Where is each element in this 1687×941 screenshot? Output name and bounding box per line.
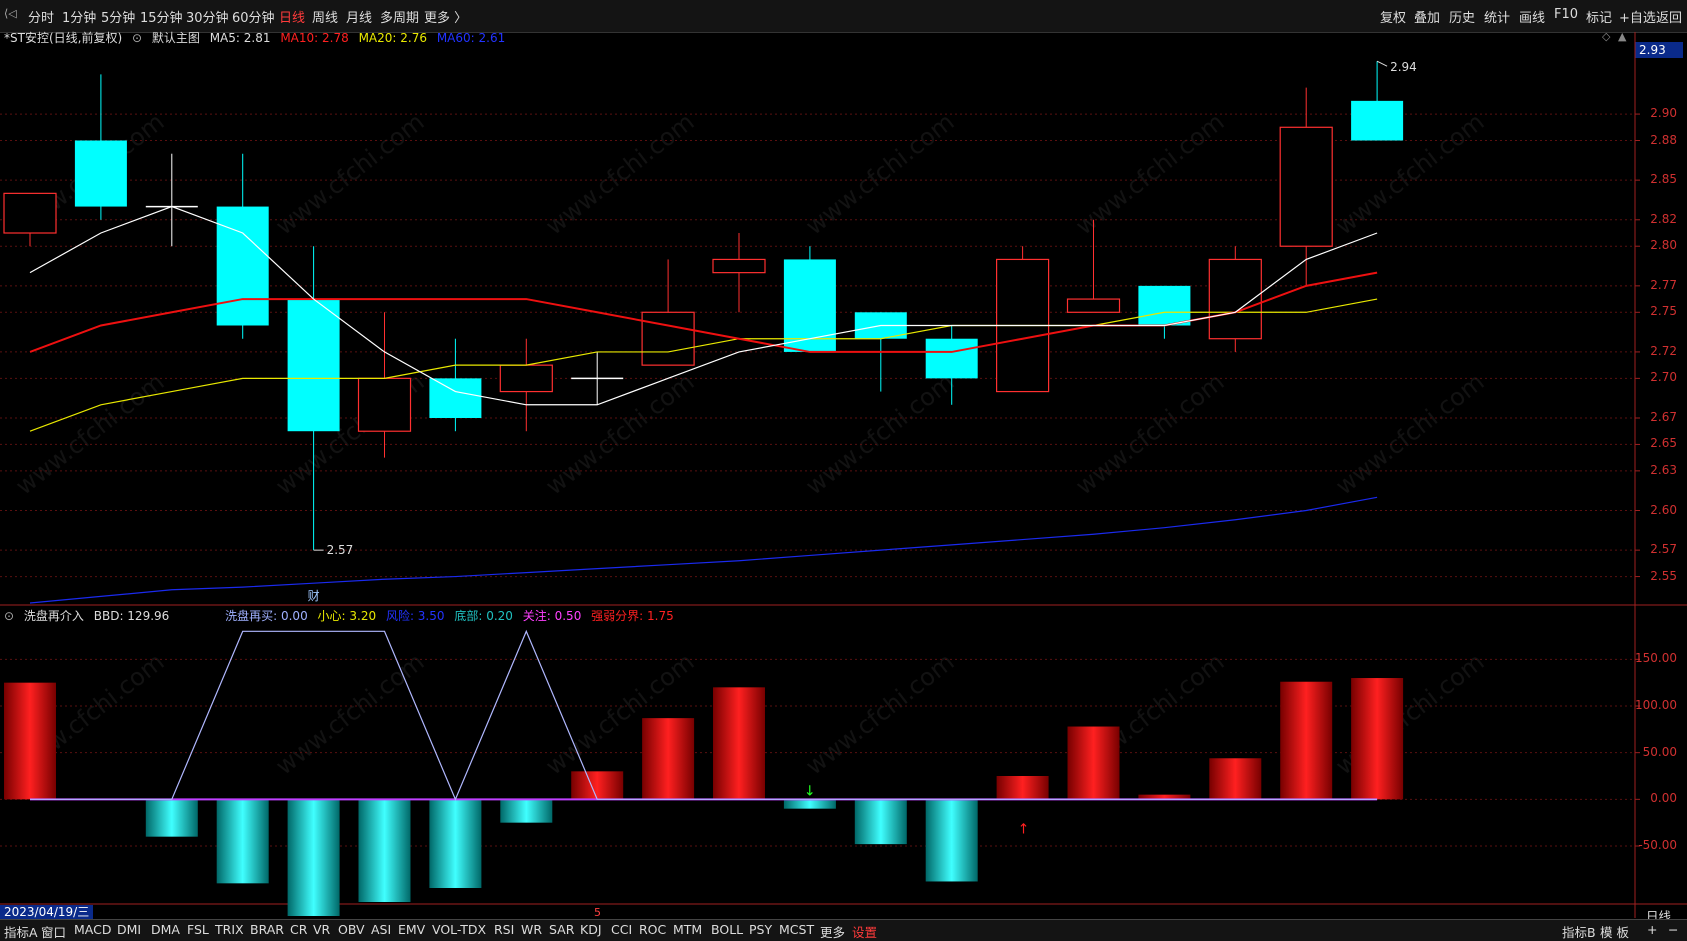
bbd-bar	[287, 799, 340, 916]
tab-wr[interactable]: WR	[521, 922, 542, 937]
tab-fsl[interactable]: FSL	[187, 922, 209, 937]
low-label: 2.57	[327, 543, 354, 557]
bbd-bar	[854, 799, 907, 845]
news-marker-icon: 财	[308, 589, 320, 603]
tab-rsi[interactable]: RSI	[494, 922, 514, 937]
cursor-date: 2023/04/19/三	[0, 905, 94, 920]
up-arrow-icon: ↑	[1018, 821, 1030, 837]
price-tick-label: 2.55	[1650, 568, 1677, 583]
indicator-tick-label: 150.00	[1635, 651, 1677, 666]
tab-vr[interactable]: VR	[313, 922, 330, 937]
tab-cr[interactable]: CR	[290, 922, 307, 937]
candle-body	[925, 338, 978, 379]
bbd-bar	[1280, 681, 1333, 800]
tab-asi[interactable]: ASI	[371, 922, 391, 937]
candle-body	[712, 258, 766, 274]
price-tick-label: 2.77	[1650, 277, 1677, 292]
high-pointer	[1376, 60, 1388, 67]
tab-window[interactable]: 窗口	[41, 922, 66, 941]
tab-indicator-a[interactable]: 指标A	[4, 922, 38, 941]
xipan-line	[30, 629, 1378, 801]
tab-more[interactable]: 更多	[820, 922, 845, 941]
candle-body	[287, 299, 340, 432]
cursor-mark: 5	[594, 906, 601, 919]
tab-kdj[interactable]: KDJ	[580, 922, 602, 937]
bbd-bar	[216, 799, 269, 884]
price-tick-label: 2.82	[1650, 211, 1677, 226]
tab-macd[interactable]: MACD	[74, 922, 111, 937]
bbd-bar	[1351, 678, 1404, 800]
candle-body	[1066, 298, 1121, 313]
bbd-bar	[1209, 758, 1262, 800]
tab-template[interactable]: 模 板	[1600, 922, 1629, 941]
bbd-bar	[500, 799, 553, 823]
price-tick-label: 2.63	[1650, 462, 1677, 477]
candle-body	[74, 140, 127, 207]
candle-body	[1279, 126, 1333, 247]
bbd-bar	[925, 799, 978, 882]
candle-body	[357, 377, 412, 432]
bbd-bar	[996, 776, 1049, 800]
bbd-bar	[713, 687, 765, 800]
bbd-bar	[571, 771, 624, 800]
candle-body	[783, 259, 836, 352]
tab-boll[interactable]: BOLL	[711, 922, 743, 937]
tab-indicator-b[interactable]: 指标B	[1562, 922, 1596, 941]
indicator-tick-label: 0.00	[1650, 791, 1677, 806]
price-tick-label: 2.57	[1650, 542, 1677, 557]
down-arrow-icon: ↓	[804, 783, 816, 799]
tab-psy[interactable]: PSY	[749, 922, 772, 937]
tab-dmi[interactable]: DMI	[117, 922, 141, 937]
candle-body	[429, 378, 482, 418]
candle-body	[641, 311, 695, 366]
candle-body	[499, 364, 553, 393]
kline-chart[interactable]: 2.94 2.57 财 ↓ ↑	[0, 0, 1687, 940]
tab-mtm[interactable]: MTM	[673, 922, 702, 937]
candle-body	[3, 192, 57, 234]
bbd-bar	[1067, 726, 1120, 800]
indicator-tick-label: 50.00	[1642, 744, 1677, 759]
candle-body	[1138, 285, 1191, 326]
tab-emv[interactable]: EMV	[398, 922, 425, 937]
price-tick-label: 2.70	[1650, 370, 1677, 385]
bbd-bar	[358, 799, 411, 902]
tab-settings[interactable]: 设置	[852, 922, 877, 941]
indicator-tick-label: 100.00	[1635, 698, 1677, 712]
indicator-tab-bar: 指标A 窗口 MACD DMI DMA FSL TRIX BRAR CR VR …	[0, 919, 1687, 941]
zoom-in-button[interactable]: +	[1647, 922, 1657, 937]
price-tick-label: 2.60	[1650, 502, 1677, 517]
price-tick-label: 2.65	[1650, 436, 1677, 451]
tab-sar[interactable]: SAR	[549, 922, 574, 937]
indicator-tick-label: -50.00	[1638, 838, 1677, 852]
price-tick-label: 2.67	[1650, 410, 1677, 424]
bbd-bar	[429, 799, 482, 888]
tab-brar[interactable]: BRAR	[250, 922, 284, 937]
tab-trix[interactable]: TRIX	[215, 922, 244, 937]
high-label: 2.94	[1390, 60, 1417, 74]
tab-vol-tdx[interactable]: VOL-TDX	[432, 922, 486, 937]
bbd-bar	[783, 799, 836, 809]
tab-mcst[interactable]: MCST	[779, 922, 814, 937]
tab-cci[interactable]: CCI	[611, 922, 632, 937]
zoom-out-button[interactable]: −	[1668, 922, 1678, 937]
price-tick-label: 2.90	[1650, 106, 1677, 121]
price-tick-label: 2.75	[1650, 304, 1677, 319]
price-tick-label: 2.72	[1650, 343, 1677, 358]
price-tick-label: 2.80	[1650, 238, 1677, 253]
price-tick-label: 2.85	[1650, 172, 1677, 187]
candle-body	[1351, 100, 1404, 141]
price-tick-label: 2.88	[1650, 132, 1677, 147]
tab-obv[interactable]: OBV	[338, 922, 365, 937]
tab-dma[interactable]: DMA	[151, 922, 180, 937]
bbd-bar	[145, 799, 198, 837]
bbd-bar	[642, 718, 695, 800]
bbd-bar	[4, 682, 56, 800]
tab-roc[interactable]: ROC	[639, 922, 666, 937]
candle-body	[216, 206, 269, 326]
